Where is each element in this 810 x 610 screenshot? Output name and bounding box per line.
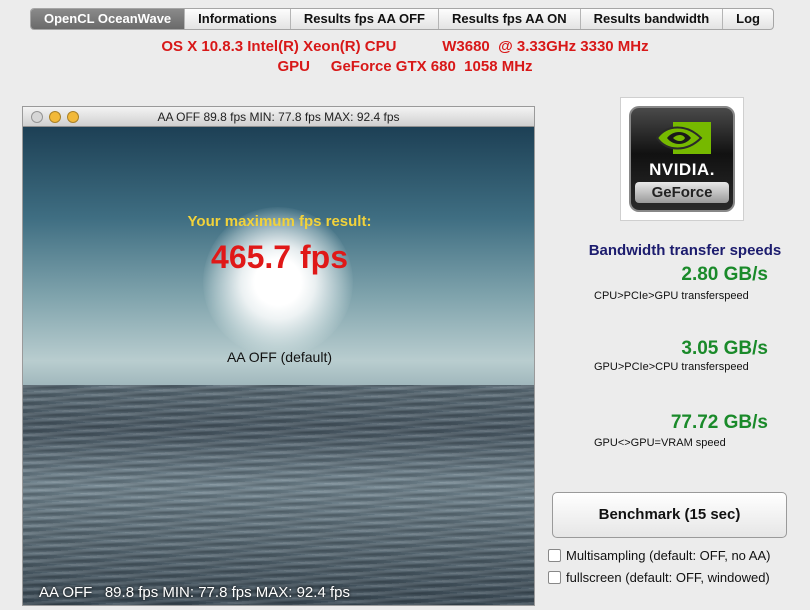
logo-product-text: GeForce xyxy=(635,182,729,203)
logo-badge: NVIDIA. GeForce xyxy=(629,106,735,212)
fps-overlay: AA OFF 89.8 fps MIN: 77.8 fps MAX: 92.4 … xyxy=(39,584,350,601)
bandwidth-title: Bandwidth transfer speeds xyxy=(588,242,782,259)
tab-log[interactable]: Log xyxy=(722,9,773,29)
aa-mode-label: AA OFF (default) xyxy=(226,349,333,365)
speed-label: GPU<>GPU=VRAM speed xyxy=(594,437,726,449)
tab-bar: OpenCL OceanWave Informations Results fp… xyxy=(30,8,774,30)
ocean-scene: Your maximum fps result: 465.7 fps AA OF… xyxy=(23,127,534,605)
tab-opencl-oceanwave[interactable]: OpenCL OceanWave xyxy=(31,9,185,29)
multisampling-label: Multisampling (default: OFF, no AA) xyxy=(566,548,771,563)
max-fps-value: 465.7 fps xyxy=(211,239,348,275)
speed-value: 77.72 GB/s xyxy=(670,412,768,433)
render-window-titlebar: AA OFF 89.8 fps MIN: 77.8 fps MAX: 92.4 … xyxy=(23,107,534,127)
tab-results-fps-aa-on[interactable]: Results fps AA ON xyxy=(438,9,580,29)
nvidia-geforce-logo: NVIDIA. GeForce xyxy=(620,97,744,221)
speed-value: 3.05 GB/s xyxy=(681,338,768,359)
benchmark-button[interactable]: Benchmark (15 sec) xyxy=(552,492,787,538)
fullscreen-option[interactable]: fullscreen (default: OFF, windowed) xyxy=(548,570,770,585)
speed-label: GPU>PCIe>CPU transferspeed xyxy=(594,361,749,373)
fullscreen-checkbox[interactable] xyxy=(548,571,561,584)
gpu-info: GPU GeForce GTX 680 1058 MHz xyxy=(277,58,533,75)
render-window: AA OFF 89.8 fps MIN: 77.8 fps MAX: 92.4 … xyxy=(22,106,535,606)
multisampling-option[interactable]: Multisampling (default: OFF, no AA) xyxy=(548,548,770,563)
ocean-surface xyxy=(23,385,534,605)
tab-results-fps-aa-off[interactable]: Results fps AA OFF xyxy=(289,9,438,29)
nvidia-eye-icon xyxy=(655,122,711,154)
max-fps-label: Your maximum fps result: xyxy=(187,213,372,230)
zoom-window-button[interactable] xyxy=(67,111,79,123)
fullscreen-label: fullscreen (default: OFF, windowed) xyxy=(566,570,770,585)
cpu-info: OS X 10.8.3 Intel(R) Xeon(R) CPU W3680 @… xyxy=(161,38,649,55)
logo-brand-text: NVIDIA. xyxy=(649,160,715,179)
window-controls xyxy=(31,111,79,123)
tab-results-bandwidth[interactable]: Results bandwidth xyxy=(579,9,723,29)
render-window-title: AA OFF 89.8 fps MIN: 77.8 fps MAX: 92.4 … xyxy=(157,110,400,124)
multisampling-checkbox[interactable] xyxy=(548,549,561,562)
close-window-button[interactable] xyxy=(31,111,43,123)
speed-value: 2.80 GB/s xyxy=(681,264,768,285)
tab-informations[interactable]: Informations xyxy=(184,9,290,29)
speed-label: CPU>PCIe>GPU transferspeed xyxy=(594,290,749,302)
minimize-window-button[interactable] xyxy=(49,111,61,123)
